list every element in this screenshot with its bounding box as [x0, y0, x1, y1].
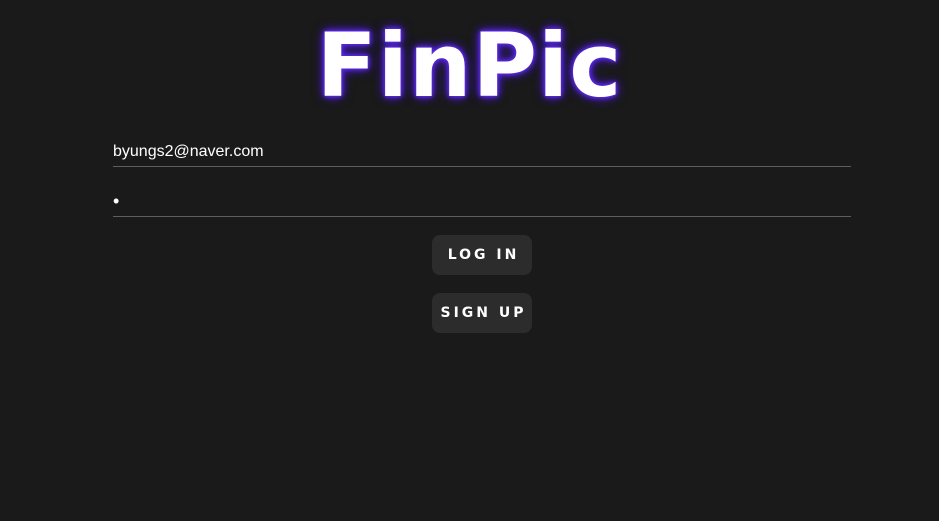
app-logo: FinPic — [316, 14, 623, 117]
password-field-container — [113, 188, 851, 217]
password-input[interactable] — [113, 188, 851, 215]
signup-button[interactable]: SIGN UP — [432, 293, 532, 333]
login-button[interactable]: LOG IN — [432, 235, 532, 275]
email-field-container — [113, 138, 851, 167]
email-input[interactable] — [113, 138, 851, 165]
